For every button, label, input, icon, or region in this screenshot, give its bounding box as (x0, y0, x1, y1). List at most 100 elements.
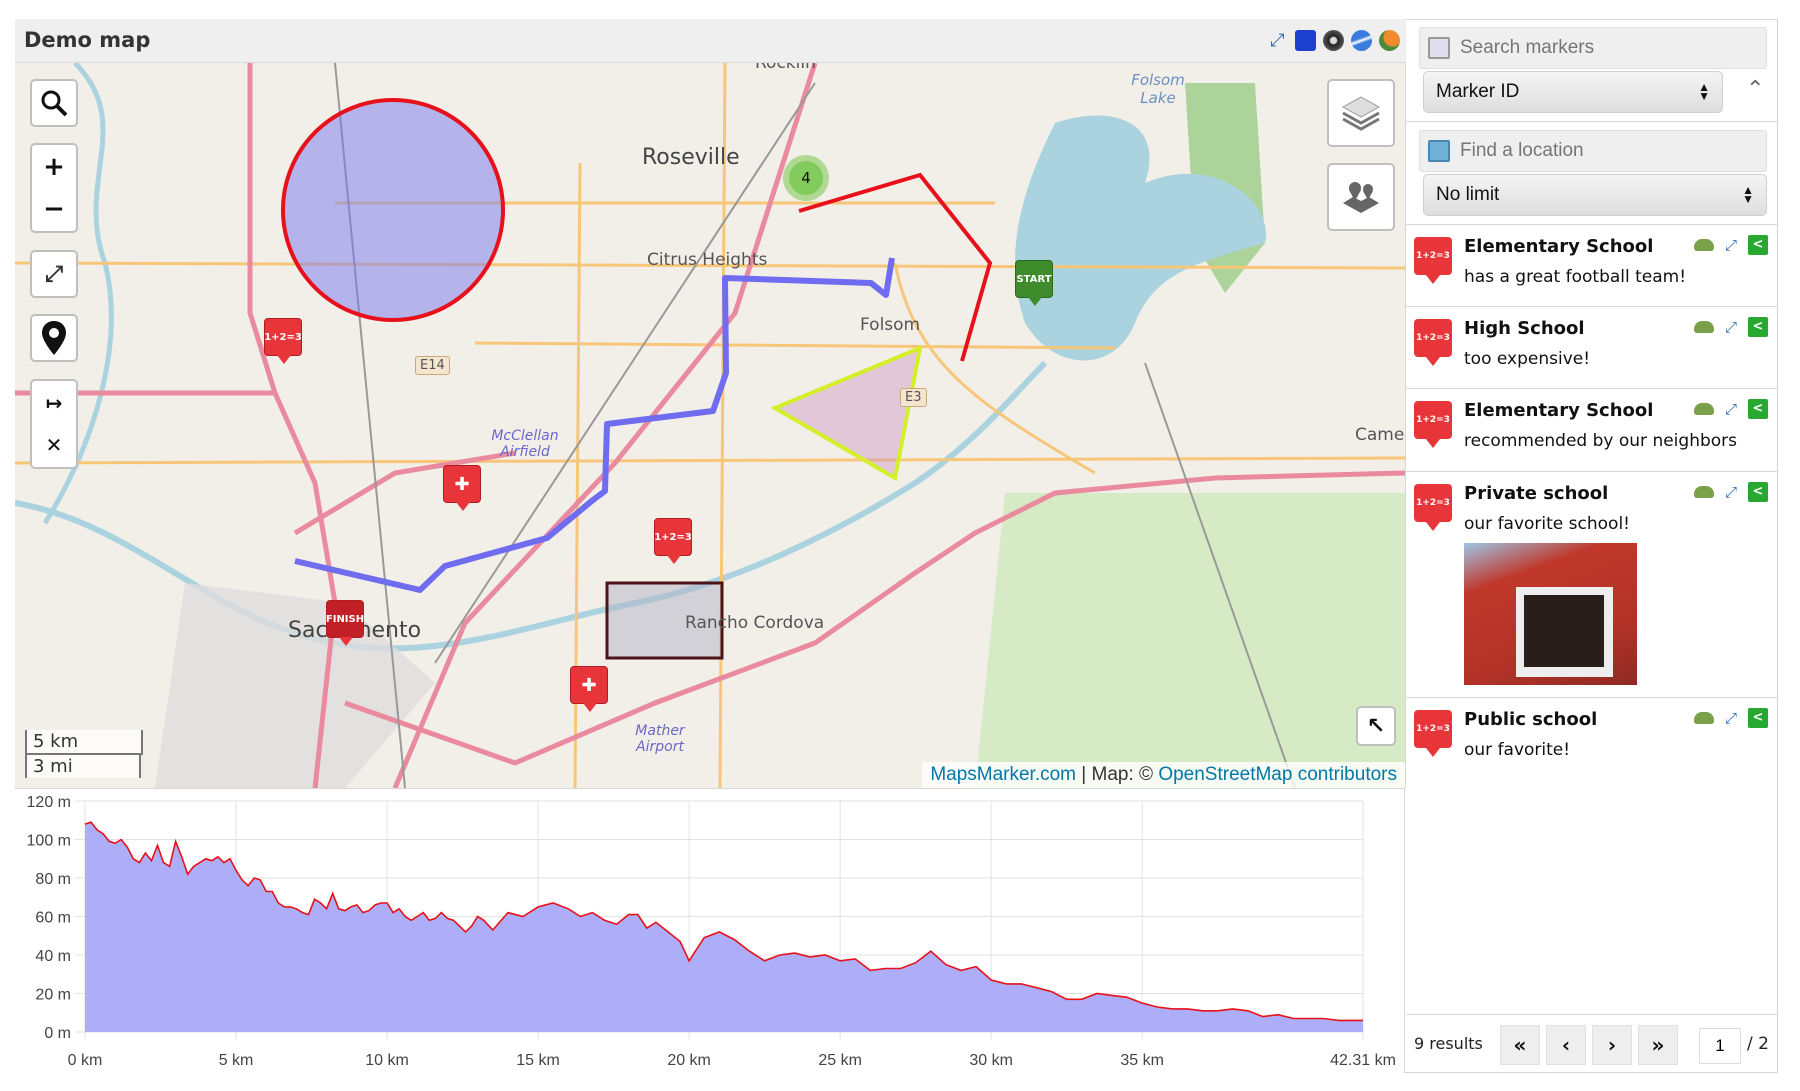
item-description: recommended by our neighbors (1464, 431, 1738, 451)
total-pages: / 2 (1747, 1034, 1769, 1054)
map-canvas[interactable]: Rocklin Roseville Citrus Heights Folsom … (15, 63, 1406, 788)
layers-control[interactable] (1327, 79, 1395, 147)
google-earth-icon[interactable] (1351, 30, 1372, 51)
show-on-map-icon[interactable]: ⤢ (1722, 400, 1740, 418)
share-icon[interactable]: < (1748, 708, 1768, 728)
show-on-map-icon[interactable]: ⤢ (1722, 236, 1740, 254)
scale-mi: 3 mi (25, 753, 141, 778)
prev-page-button[interactable]: ‹ (1546, 1025, 1586, 1065)
overlays-control[interactable] (1327, 163, 1395, 231)
item-description: our favorite! (1464, 740, 1571, 760)
start-marker[interactable]: START (1015, 260, 1053, 306)
list-item[interactable]: 1+2=3 Public school our favorite! ⤢ < (1406, 698, 1778, 780)
list-item[interactable]: 1+2=3 High School too expensive! ⤢ < (1406, 307, 1778, 389)
gpx-download-icon[interactable] (1295, 30, 1316, 51)
marker-overlays-icon (1343, 182, 1379, 213)
divider (1406, 121, 1778, 122)
collapse-button[interactable]: ↖ (1356, 706, 1396, 746)
show-on-map-icon[interactable]: ⤢ (1722, 318, 1740, 336)
x-tick-label: 42.31 km (1330, 1052, 1396, 1069)
item-description: our favorite school! (1464, 514, 1630, 534)
scale-bar: 5 km 3 mi (25, 730, 143, 778)
item-name[interactable]: Elementary School (1464, 400, 1653, 421)
show-on-map-icon[interactable]: ⤢ (1722, 709, 1740, 727)
first-page-button[interactable]: « (1500, 1025, 1540, 1065)
show-on-map-icon[interactable]: ⤢ (1722, 483, 1740, 501)
last-page-button[interactable]: » (1638, 1025, 1678, 1065)
hospital-marker[interactable]: ✚ (570, 666, 608, 712)
route-clear-button[interactable]: ✕ (32, 424, 76, 466)
directions-car-icon[interactable] (1694, 486, 1714, 498)
school-marker[interactable]: 1+2=3 (654, 518, 692, 564)
mapsmarker-link[interactable]: MapsMarker.com (930, 764, 1076, 785)
school-marker[interactable]: 1+2=3 (264, 318, 302, 364)
route-start-button[interactable]: ↦ (32, 382, 76, 424)
item-description: too expensive! (1464, 349, 1591, 369)
sort-direction-toggle[interactable]: ⌃ (1746, 77, 1764, 102)
label-citrus-heights: Citrus Heights (647, 250, 768, 270)
list-item[interactable]: 1+2=3 Private school our favorite school… (1406, 472, 1778, 698)
y-tick-label: 0 m (44, 1025, 71, 1042)
search-markers-box (1419, 27, 1767, 69)
item-name[interactable]: High School (1464, 318, 1585, 339)
georss-icon[interactable] (1379, 30, 1400, 51)
elevation-area (85, 822, 1363, 1032)
pagination: 9 results « ‹ › » / 2 (1406, 1014, 1778, 1072)
osm-link[interactable]: OpenStreetMap contributors (1158, 764, 1397, 785)
label-cameron: Camero (1355, 425, 1405, 445)
x-tick-label: 25 km (818, 1052, 862, 1069)
x-tick-label: 0 km (68, 1052, 103, 1069)
zoom-control: + − (30, 143, 78, 233)
x-tick-label: 15 km (516, 1052, 560, 1069)
item-name[interactable]: Private school (1464, 483, 1608, 504)
limit-select[interactable]: No limit ▲ ▼ (1423, 174, 1767, 216)
item-name[interactable]: Public school (1464, 709, 1597, 730)
search-control[interactable] (30, 79, 78, 127)
item-description: has a great football team! (1464, 267, 1687, 287)
x-tick-label: 10 km (365, 1052, 409, 1069)
label-rocklin: Rocklin (755, 63, 816, 73)
hospital-marker[interactable]: ✚ (443, 465, 481, 511)
fullscreen-control[interactable]: ⤢ (30, 250, 78, 298)
list-item[interactable]: 1+2=3 Elementary School recommended by o… (1406, 389, 1778, 472)
locate-control[interactable] (30, 314, 78, 362)
find-location-input[interactable] (1458, 139, 1752, 163)
search-markers-input[interactable] (1458, 36, 1752, 60)
scale-km: 5 km (25, 730, 143, 755)
attribution: MapsMarker.com | Map: © OpenStreetMap co… (922, 762, 1405, 788)
sort-select[interactable]: Marker ID ▲ ▼ (1423, 71, 1723, 113)
directions-car-icon[interactable] (1694, 321, 1714, 333)
item-name[interactable]: Elementary School (1464, 236, 1653, 257)
y-tick-label: 100 m (27, 833, 71, 850)
share-icon[interactable]: < (1748, 399, 1768, 419)
kml-icon[interactable] (1323, 30, 1344, 51)
map-pin-icon (42, 321, 66, 355)
y-tick-label: 40 m (35, 948, 71, 965)
next-page-button[interactable]: › (1592, 1025, 1632, 1065)
directions-car-icon[interactable] (1694, 239, 1714, 251)
marker-list-sidebar: Marker ID ▲▼ ⌃ No limit ▲▼ 1+2=3 Element… (1406, 19, 1778, 1073)
select-arrows-icon: ▲ ▼ (1742, 183, 1754, 206)
zoom-out-button[interactable]: − (32, 188, 76, 230)
directions-car-icon[interactable] (1694, 403, 1714, 415)
share-icon[interactable]: < (1748, 482, 1768, 502)
y-tick-label: 120 m (27, 794, 71, 811)
page-number-input[interactable] (1699, 1028, 1741, 1064)
share-icon[interactable]: < (1748, 235, 1768, 255)
x-tick-label: 5 km (219, 1052, 254, 1069)
results-count: 9 results (1414, 1034, 1483, 1053)
zoom-in-button[interactable]: + (32, 146, 76, 188)
list-item[interactable]: 1+2=3 Elementary School has a great foot… (1406, 225, 1778, 307)
finish-marker[interactable]: FINISH (326, 600, 364, 646)
fullscreen-icon[interactable]: ⤢ (1267, 30, 1288, 51)
label-mcclellan: McClellan Airfield (491, 428, 559, 460)
label-folsom: Folsom (860, 315, 921, 335)
marker-cluster[interactable]: 4 (783, 155, 829, 201)
layers-icon (1341, 96, 1381, 131)
search-icon (41, 90, 68, 117)
share-icon[interactable]: < (1748, 317, 1768, 337)
circle-shape (281, 98, 505, 322)
select-arrows-icon: ▲ ▼ (1698, 80, 1710, 103)
y-tick-label: 80 m (35, 871, 71, 888)
directions-car-icon[interactable] (1694, 712, 1714, 724)
